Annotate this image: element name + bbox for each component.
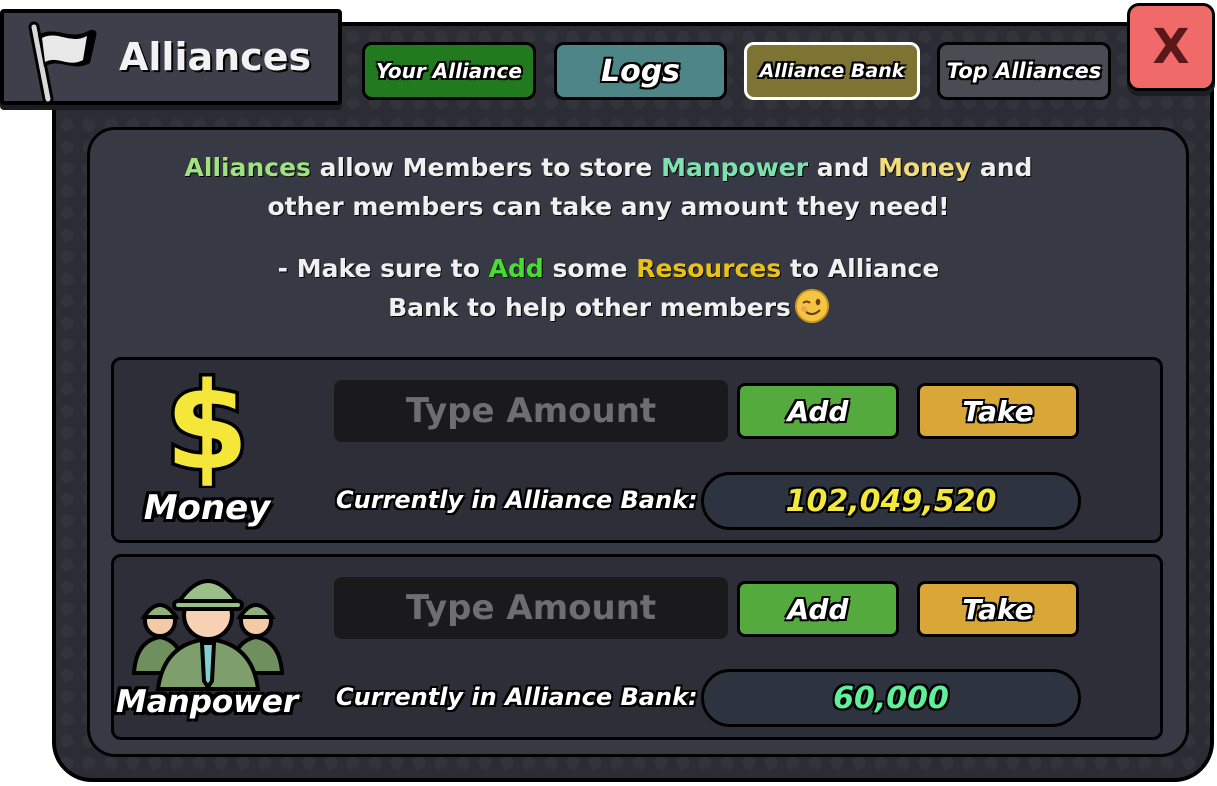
- text: allow Members to store: [310, 153, 662, 182]
- manpower-bank-label: Currently in Alliance Bank:: [336, 683, 698, 711]
- window-title: Alliances: [119, 35, 312, 79]
- text: to Alliance: [781, 254, 940, 283]
- description-line: - Make sure to Add some Resources to All…: [0, 249, 1217, 288]
- input-placeholder: Type Amount: [405, 588, 657, 628]
- manpower-label: Manpower: [115, 684, 299, 720]
- money-bank-label: Currently in Alliance Bank:: [336, 486, 698, 514]
- text: and: [971, 153, 1033, 182]
- manpower-bank-value-text: 60,000: [833, 680, 949, 716]
- tab-label: Top Alliances: [946, 59, 1102, 83]
- button-label: Add: [787, 394, 849, 428]
- description-line: Alliances allow Members to store Manpowe…: [0, 148, 1217, 187]
- tab-label: Your Alliance: [376, 59, 522, 83]
- svg-text:$: $: [165, 363, 249, 488]
- manpower-amount-input[interactable]: Type Amount: [334, 577, 728, 639]
- text: and: [808, 153, 879, 182]
- tab-top-alliances[interactable]: Top Alliances: [937, 42, 1111, 100]
- wink-emoji-icon: [794, 289, 829, 323]
- flag-icon: [28, 21, 97, 103]
- description-line: Bank to help other members: [0, 288, 1217, 327]
- soldiers-icon: [131, 579, 285, 691]
- text: Bank to help other members: [388, 293, 791, 322]
- money-bank-value: 102,049,520: [701, 472, 1081, 530]
- button-label: Take: [962, 394, 1034, 428]
- highlight-money: Money: [878, 153, 972, 182]
- tab-logs[interactable]: Logs: [554, 42, 727, 100]
- money-amount-input[interactable]: Type Amount: [334, 380, 728, 442]
- highlight-add: Add: [488, 254, 544, 283]
- manpower-add-button[interactable]: Add: [737, 581, 899, 637]
- manpower-bank-value: 60,000: [701, 669, 1081, 727]
- text: some: [543, 254, 637, 283]
- tab-your-alliance[interactable]: Your Alliance: [362, 42, 536, 100]
- money-take-button[interactable]: Take: [917, 383, 1079, 439]
- tab-label: Alliance Bank: [759, 60, 905, 82]
- close-icon: X: [1152, 19, 1190, 75]
- button-label: Add: [787, 592, 849, 626]
- tab-label: Logs: [600, 53, 681, 89]
- tab-alliance-bank[interactable]: Alliance Bank: [744, 42, 920, 100]
- highlight-manpower: Manpower: [661, 153, 809, 182]
- dollar-icon: $: [162, 363, 253, 488]
- money-label: Money: [143, 488, 271, 528]
- description-paragraph-2: - Make sure to Add some Resources to All…: [0, 249, 1217, 327]
- input-placeholder: Type Amount: [405, 391, 657, 431]
- text: - Make sure to: [277, 254, 489, 283]
- description-paragraph-1: Alliances allow Members to store Manpowe…: [0, 148, 1217, 226]
- description-line: other members can take any amount they n…: [267, 192, 950, 221]
- highlight-resources: Resources: [636, 254, 782, 283]
- button-label: Take: [962, 592, 1034, 626]
- money-add-button[interactable]: Add: [737, 383, 899, 439]
- window-title-box: Alliances: [0, 9, 342, 105]
- close-button[interactable]: X: [1127, 3, 1215, 91]
- manpower-take-button[interactable]: Take: [917, 581, 1079, 637]
- highlight-alliances: Alliances: [184, 153, 311, 182]
- money-bank-value-text: 102,049,520: [785, 483, 997, 519]
